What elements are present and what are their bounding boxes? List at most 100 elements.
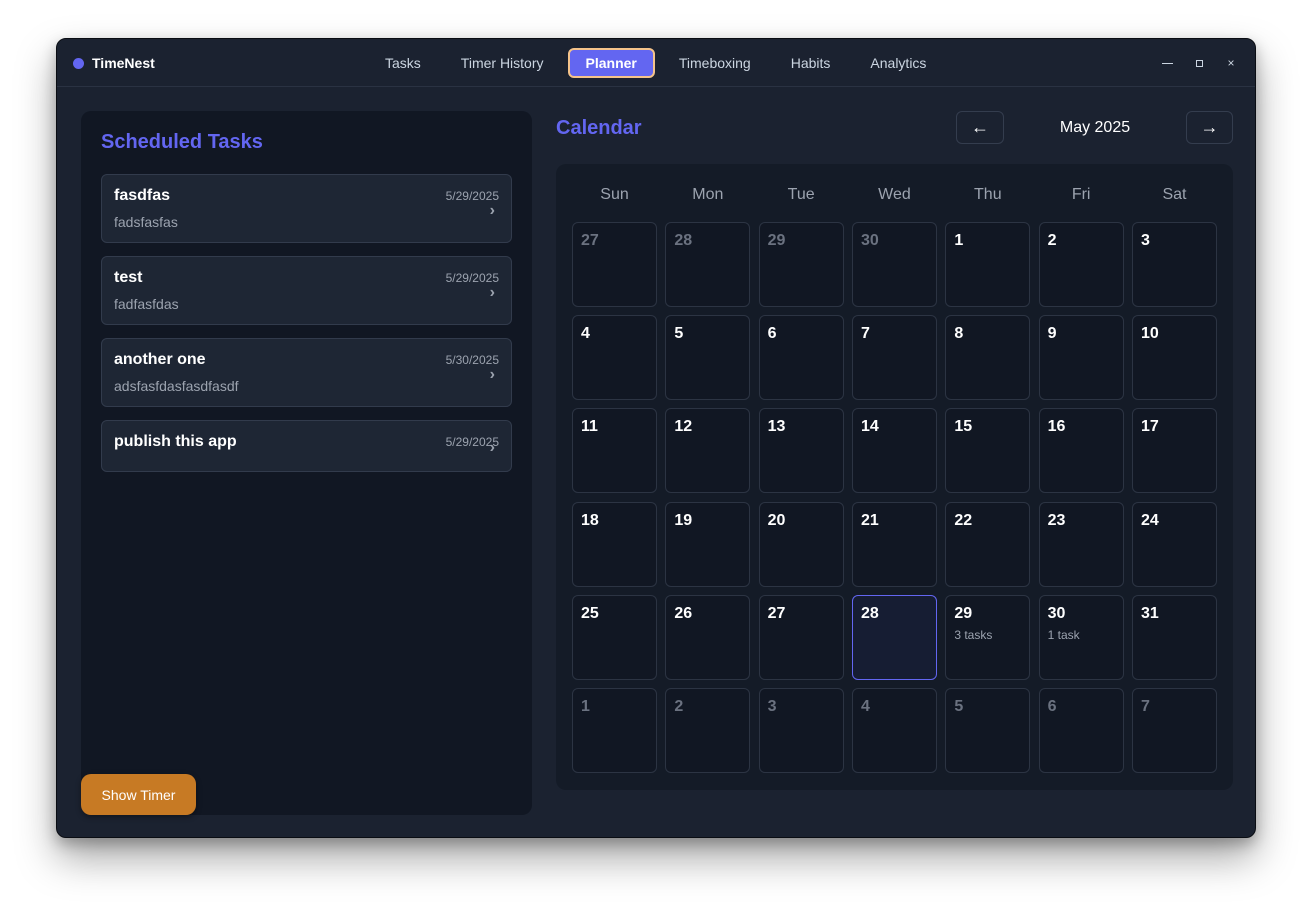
calendar-day[interactable]: 27 xyxy=(758,594,844,680)
calendar-day-number: 28 xyxy=(674,232,693,249)
prev-month-button[interactable]: ← xyxy=(956,111,1004,144)
calendar-day-number: 1 xyxy=(954,232,964,249)
calendar-day-number: 28 xyxy=(860,604,879,622)
arrow-left-icon: ← xyxy=(971,117,989,137)
calendar-day[interactable]: 15 xyxy=(945,408,1031,494)
tab-timer-history[interactable]: Timer History xyxy=(445,48,560,78)
window-controls: × xyxy=(1159,39,1239,87)
calendar-day-number: 12 xyxy=(674,418,693,436)
brand: TimeNest xyxy=(73,39,155,87)
calendar-day-today[interactable]: 28 xyxy=(851,594,937,680)
calendar-day[interactable]: 22 xyxy=(945,501,1031,587)
calendar-day-number: 22 xyxy=(954,511,973,529)
calendar-day[interactable]: 17 xyxy=(1131,408,1217,494)
next-month-button[interactable]: → xyxy=(1186,111,1233,144)
calendar-day-number: 8 xyxy=(954,325,964,343)
calendar-day[interactable]: 1 xyxy=(945,222,1031,307)
weekday-label: Tue xyxy=(787,186,815,203)
task-card[interactable]: another one 5/30/2025 adsfasfdasfasdfasd… xyxy=(101,338,512,407)
calendar-day[interactable]: 28 xyxy=(665,222,751,307)
calendar-day[interactable]: 19 xyxy=(665,501,751,587)
calendar-day-number: 7 xyxy=(860,325,870,343)
calendar-day[interactable]: 20 xyxy=(758,501,844,587)
calendar-day-number: 24 xyxy=(1140,511,1159,529)
task-title: another one xyxy=(114,351,206,368)
task-title: test xyxy=(114,269,143,286)
calendar-day-number: 23 xyxy=(1047,511,1066,529)
calendar-day[interactable]: 5 xyxy=(665,315,751,401)
calendar-day[interactable]: 8 xyxy=(945,315,1031,401)
tab-timeboxing[interactable]: Timeboxing xyxy=(663,48,767,78)
calendar-day[interactable]: 11 xyxy=(572,408,657,494)
calendar-day[interactable]: 2 xyxy=(665,687,751,773)
weekday-label: Sat xyxy=(1162,186,1187,203)
minimize-button[interactable] xyxy=(1159,55,1175,71)
maximize-button[interactable] xyxy=(1191,55,1207,71)
calendar-day[interactable]: 29 xyxy=(758,222,844,307)
scheduled-tasks-title: Scheduled Tasks xyxy=(101,131,263,153)
calendar-day-number: 27 xyxy=(767,604,786,622)
calendar-day[interactable]: 13 xyxy=(758,408,844,494)
calendar-day-number: 3 xyxy=(1140,232,1150,249)
calendar-day[interactable]: 25 xyxy=(572,594,657,680)
task-title: fasdfas xyxy=(114,187,171,204)
calendar-day[interactable]: 29 3 tasks xyxy=(945,594,1031,680)
calendar-grid: 27 28 29 30 1 2 3 4 5 6 7 8 9 10 11 12 13 14 15 16 17 18 19 20 2… xyxy=(572,222,1217,773)
calendar-day-number: 4 xyxy=(581,325,590,343)
calendar-day[interactable]: 7 xyxy=(1131,687,1217,773)
close-button[interactable]: × xyxy=(1223,55,1239,71)
tab-analytics[interactable]: Analytics xyxy=(854,48,942,78)
calendar-day[interactable]: 31 xyxy=(1131,594,1217,680)
task-description: fadsfasfas xyxy=(114,214,178,230)
calendar-day[interactable]: 4 xyxy=(572,315,657,401)
calendar-day[interactable]: 27 xyxy=(572,222,657,307)
weekday-label: Fri xyxy=(1071,186,1091,203)
task-description: fadfasfdas xyxy=(114,296,179,312)
chevron-right-icon: › xyxy=(489,366,495,383)
task-date: 5/30/2025 xyxy=(445,353,499,367)
task-list: fasdfas 5/29/2025 fadsfasfas › test 5/29… xyxy=(101,174,512,485)
calendar-day[interactable]: 10 xyxy=(1131,315,1217,401)
calendar-day[interactable]: 6 xyxy=(758,315,844,401)
calendar-day[interactable]: 5 xyxy=(945,687,1031,773)
calendar-day[interactable]: 9 xyxy=(1038,315,1124,401)
task-date: 5/29/2025 xyxy=(445,189,499,203)
calendar-day[interactable]: 3 xyxy=(758,687,844,773)
calendar-day-number: 10 xyxy=(1140,325,1159,343)
calendar-day[interactable]: 26 xyxy=(665,594,751,680)
calendar-day-number: 13 xyxy=(767,418,786,436)
calendar-day[interactable]: 21 xyxy=(851,501,937,587)
calendar-day[interactable]: 16 xyxy=(1038,408,1124,494)
show-timer-button[interactable]: Show Timer xyxy=(81,774,196,815)
close-icon: × xyxy=(1227,56,1235,70)
arrow-right-icon: → xyxy=(1200,117,1219,137)
task-card[interactable]: test 5/29/2025 fadfasfdas › xyxy=(101,256,512,325)
calendar-day-number: 11 xyxy=(581,418,598,436)
weekday-label: Wed xyxy=(878,186,911,203)
task-description: adsfasfdasfasdfasdf xyxy=(114,378,239,394)
calendar-day[interactable]: 23 xyxy=(1038,501,1124,587)
tab-habits[interactable]: Habits xyxy=(775,48,847,78)
calendar-day-number: 5 xyxy=(954,697,964,715)
calendar-day[interactable]: 12 xyxy=(665,408,751,494)
tab-tasks[interactable]: Tasks xyxy=(369,48,437,78)
calendar-day[interactable]: 30 xyxy=(851,222,937,307)
chevron-right-icon: › xyxy=(489,202,495,219)
calendar-day[interactable]: 6 xyxy=(1038,687,1124,773)
calendar-day[interactable]: 30 1 task xyxy=(1038,594,1124,680)
calendar-day[interactable]: 24 xyxy=(1131,501,1217,587)
calendar-day[interactable]: 14 xyxy=(851,408,937,494)
calendar-day-number: 29 xyxy=(954,604,973,622)
calendar-day[interactable]: 2 xyxy=(1038,222,1124,307)
brand-logo-icon xyxy=(73,57,84,69)
task-card[interactable]: publish this app 5/29/2025 › xyxy=(101,420,512,472)
scheduled-tasks-panel: Scheduled Tasks fasdfas 5/29/2025 fadsfa… xyxy=(81,111,532,815)
calendar-day[interactable]: 3 xyxy=(1131,222,1217,307)
minimize-icon xyxy=(1161,62,1173,64)
calendar-day[interactable]: 7 xyxy=(851,315,937,401)
calendar-day[interactable]: 18 xyxy=(572,501,657,587)
tab-planner[interactable]: Planner xyxy=(567,48,655,78)
calendar-day[interactable]: 4 xyxy=(851,687,937,773)
task-card[interactable]: fasdfas 5/29/2025 fadsfasfas › xyxy=(101,174,512,243)
calendar-day[interactable]: 1 xyxy=(572,687,657,773)
